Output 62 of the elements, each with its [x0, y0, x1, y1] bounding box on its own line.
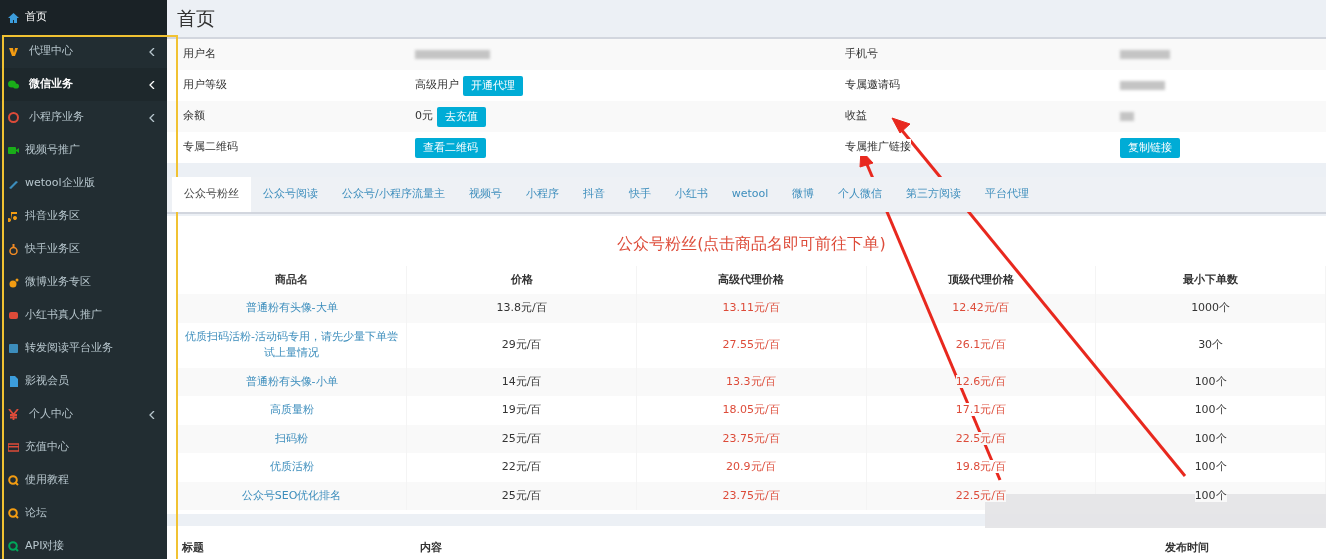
table-cell: 18.05元/百	[722, 403, 780, 416]
table-cell: 100个	[1194, 403, 1227, 416]
table-cell: 1000个	[1191, 301, 1231, 314]
sidebar-item[interactable]: 转发阅读平台业务	[0, 332, 167, 365]
table-cell: 13.8元/百	[496, 301, 547, 314]
sidebar-item[interactable]: 微信业务	[0, 68, 167, 101]
sidebar-item[interactable]: 论坛	[0, 497, 167, 530]
sidebar-item[interactable]: 影视会员	[0, 365, 167, 398]
table-cell: 26.1元/百	[955, 337, 1006, 351]
table-cell: 19元/百	[501, 403, 542, 416]
column-header: 发布时间	[1165, 541, 1209, 554]
table-cell: 23.75元/百	[722, 488, 780, 502]
sidebar-item[interactable]: 小红书真人推广	[0, 299, 167, 332]
sidebar-item[interactable]: API对接	[0, 530, 167, 559]
redacted-value	[1120, 112, 1134, 121]
product-link[interactable]: 扫码粉	[275, 430, 309, 447]
field-label: 专属推广链接	[845, 139, 911, 156]
table-cell: 20.9元/百	[726, 460, 777, 473]
table-cell: 25元/百	[501, 488, 542, 502]
table-cell: 30个	[1198, 337, 1224, 351]
sidebar-item[interactable]: 视频号推广	[0, 134, 167, 167]
redacted-value	[1120, 50, 1170, 59]
sidebar-item[interactable]: 代理中心	[0, 35, 167, 68]
table-cell: 13.11元/百	[722, 301, 780, 314]
table-cell: 25元/百	[501, 431, 542, 445]
tab[interactable]: 公众号粉丝	[172, 177, 251, 212]
table-cell: 13.3元/百	[726, 374, 777, 388]
table-cell: 100个	[1194, 431, 1227, 445]
section-title: 公众号粉丝(点击商品名即可前往下单)	[616, 232, 887, 255]
sidebar-item[interactable]: 小程序业务	[0, 101, 167, 134]
column-header: 标题	[182, 541, 204, 554]
redacted-value	[1120, 81, 1165, 90]
column-header: 内容	[420, 541, 442, 554]
sidebar-item[interactable]: 使用教程	[0, 464, 167, 497]
table-cell: 100个	[1194, 488, 1227, 502]
sidebar-item[interactable]: 微博业务专区	[0, 266, 167, 299]
action-button[interactable]: 复制链接	[1120, 137, 1180, 158]
sidebar-item[interactable]: wetool企业版	[0, 167, 167, 200]
table-cell: 27.55元/百	[722, 337, 780, 351]
sidebar-item[interactable]: 快手业务区	[0, 233, 167, 266]
table-cell: 17.1元/百	[955, 403, 1006, 416]
table-cell: 22.5元/百	[955, 488, 1006, 502]
table-cell: 29元/百	[501, 337, 542, 351]
action-button[interactable]: 查看二维码	[415, 137, 486, 158]
table-cell: 19.8元/百	[955, 460, 1006, 473]
page-title: 首页	[176, 6, 216, 31]
product-link[interactable]: 普通粉有头像-小单	[245, 373, 338, 390]
sidebar-item[interactable]: 个人中心	[0, 398, 167, 431]
table-cell: 100个	[1194, 460, 1227, 473]
sidebar-item[interactable]: 充值中心	[0, 431, 167, 464]
product-link[interactable]: 公众号SEO优化排名	[241, 487, 342, 504]
sidebar-item[interactable]: 首页	[0, 0, 167, 35]
table-cell: 23.75元/百	[722, 431, 780, 445]
table-cell: 22元/百	[501, 460, 542, 473]
table-cell: 12.6元/百	[955, 374, 1006, 388]
table-cell: 12.42元/百	[952, 301, 1010, 314]
action-button[interactable]: 开通代理	[463, 75, 523, 96]
sidebar-item[interactable]: 抖音业务区	[0, 200, 167, 233]
table-cell: 14元/百	[501, 374, 542, 388]
action-button[interactable]: 去充值	[437, 106, 486, 127]
table-cell: 22.5元/百	[955, 431, 1006, 445]
table-cell: 100个	[1194, 374, 1227, 388]
